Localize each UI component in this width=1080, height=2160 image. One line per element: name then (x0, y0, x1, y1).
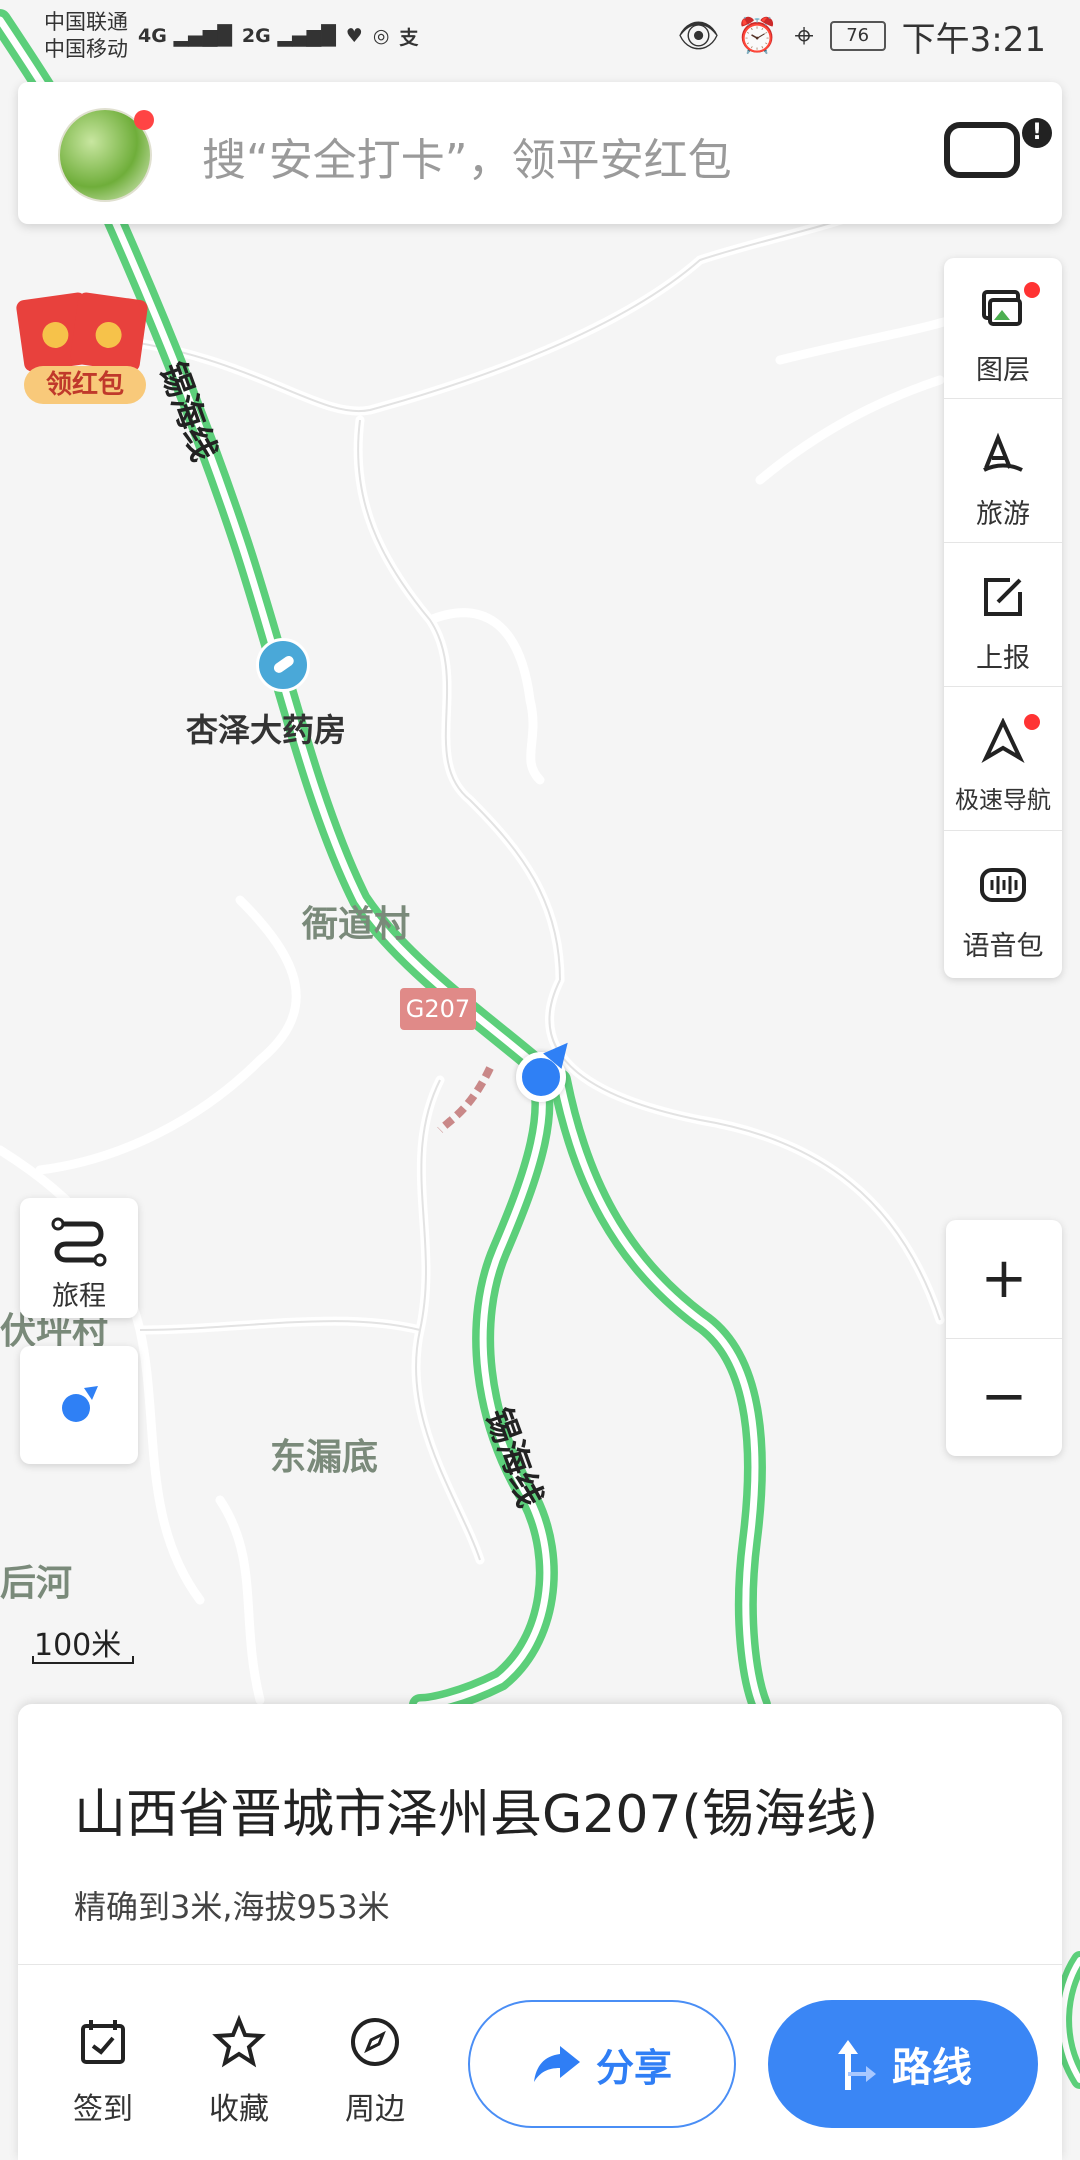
locate-icon (62, 1386, 98, 1422)
toolbar-item-fast-nav[interactable]: 极速导航 (944, 690, 1062, 831)
road-code-badge: G207 (400, 988, 476, 1030)
pharmacy-icon[interactable] (256, 638, 310, 692)
map-scale-bar (32, 1656, 134, 1664)
toolbar-item-travel[interactable]: 旅游 (944, 402, 1062, 543)
toolbar-label: 旅游 (976, 499, 1030, 530)
route-turn-icon (838, 2040, 876, 2090)
share-label: 分享 (595, 2045, 672, 2090)
share-button[interactable]: 分享 (468, 2000, 736, 2128)
heart-icon: ♥ (345, 25, 363, 47)
battery-icon: 76 (829, 21, 886, 51)
search-input[interactable]: 搜“安全打卡”，领平安红包 (202, 124, 732, 188)
zoom-out-button[interactable]: − (946, 1338, 1062, 1456)
report-icon (984, 578, 1022, 616)
compass-icon (351, 2018, 399, 2066)
poi-label[interactable]: 杏泽大药房 (186, 705, 346, 751)
toolbar-item-layers[interactable]: 图层 (944, 258, 1062, 399)
precision-altitude: 精确到3米,海拔953米 (74, 1888, 390, 1926)
notification-dot (134, 110, 154, 130)
toolbar-item-report[interactable]: 上报 (944, 546, 1062, 687)
checkin-label: 签到 (73, 2092, 133, 2127)
navigation-icon (981, 718, 1025, 764)
share-arrow-icon (533, 2046, 580, 2082)
search-bar[interactable]: 搜“安全打卡”，领平安红包 ! (18, 82, 1062, 224)
signal-4g-icon: 4G ▂▄▆█ (138, 25, 232, 47)
location-pin-icon: ⌖ (794, 16, 814, 56)
ride-life-icon: ◎ (372, 25, 390, 47)
toolbar-label: 语音包 (962, 931, 1044, 962)
calendar-check-icon (81, 2020, 125, 2064)
red-envelope-icon (69, 291, 149, 373)
village-label: 衙道村 (302, 904, 411, 945)
nearby-button[interactable]: 周边 (320, 2014, 430, 2128)
voice-pack-icon (980, 868, 1026, 902)
red-packet-label: 领红包 (24, 366, 146, 404)
carrier-2: 中国移动 (44, 37, 128, 61)
toolbar-label: 极速导航 (955, 786, 1051, 814)
map-toolbar: 图层 旅游 上报 极速导航 语音包 (944, 258, 1062, 978)
checkin-button[interactable]: 签到 (48, 2014, 158, 2128)
location-card: 山西省晋城市泽州县G207(锡海线) 精确到3米,海拔953米 签到 收藏 周边… (18, 1704, 1062, 2160)
toolbar-label: 上报 (976, 643, 1030, 674)
toolbar-item-voice-pack[interactable]: 语音包 (944, 834, 1062, 974)
toolbar-label: 图层 (976, 355, 1030, 386)
favorite-label: 收藏 (209, 2092, 269, 2127)
carrier-1: 中国联通 (44, 10, 128, 34)
travel-icon (983, 432, 1023, 472)
nearby-label: 周边 (345, 2092, 405, 2127)
clock-time: 下午3:21 (901, 19, 1046, 60)
trip-button[interactable]: 旅程 (20, 1198, 138, 1318)
alipay-icon: 支 (399, 26, 419, 49)
village-label: 东漏底 (270, 1437, 379, 1478)
status-bar: 中国联通 中国移动 4G ▂▄▆█ 2G ▂▄▆█ ♥ ◎ 支 👁 ⏰ ⌖ 76… (0, 0, 1080, 72)
signal-2g-icon: 2G ▂▄▆█ (241, 25, 336, 47)
layers-icon (982, 290, 1022, 326)
favorite-button[interactable]: 收藏 (184, 2014, 294, 2128)
globe-avatar-icon[interactable] (58, 108, 154, 202)
notification-dot (1024, 714, 1040, 730)
route-curve-icon (51, 1217, 107, 1267)
route-label: 路线 (892, 2045, 972, 2091)
zoom-in-button[interactable]: + (946, 1220, 1062, 1339)
trip-label: 旅程 (52, 1281, 106, 1312)
divider (18, 1964, 1062, 1965)
address-title: 山西省晋城市泽州县G207(锡海线) (74, 1785, 879, 1845)
red-packet-promo[interactable]: 领红包 (15, 291, 150, 408)
alert-badge-icon: ! (1022, 118, 1052, 148)
village-label: 后河 (0, 1563, 73, 1604)
eye-icon: 👁 (676, 16, 721, 56)
notification-dot (1024, 282, 1040, 298)
alarm-icon: ⏰ (736, 16, 779, 56)
zoom-control: + − (946, 1220, 1062, 1456)
locate-me-button[interactable] (20, 1346, 138, 1464)
voice-assistant-icon[interactable] (944, 122, 1020, 178)
route-button[interactable]: 路线 (768, 2000, 1038, 2128)
star-icon (212, 2014, 266, 2068)
